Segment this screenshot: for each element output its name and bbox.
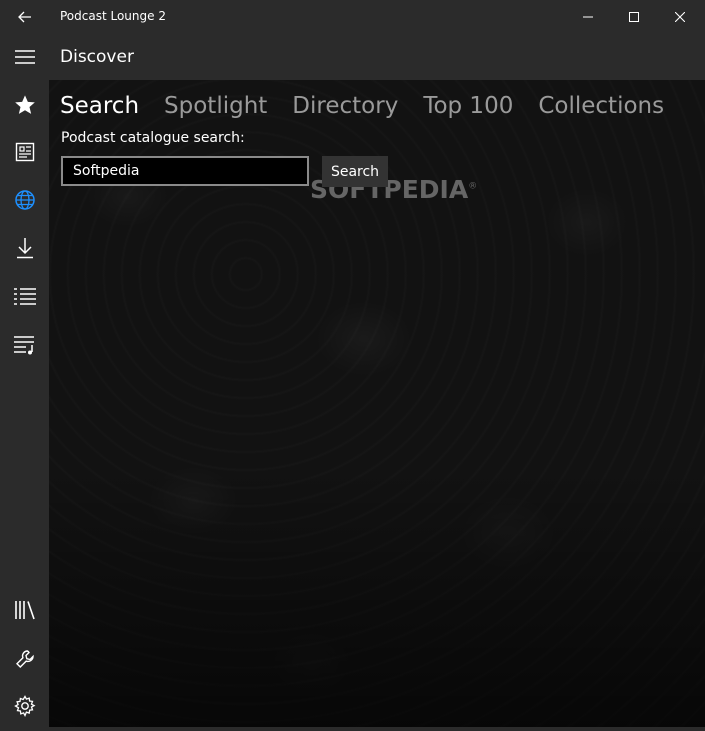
search-input[interactable] [61,156,309,186]
sidebar-item-library[interactable] [12,597,38,623]
download-icon [17,238,33,259]
playlist-icon [14,336,34,355]
back-arrow-icon [18,11,31,23]
page-title: Discover [60,47,134,67]
tab-collections[interactable]: Collections [538,92,664,120]
wrench-icon [16,650,34,668]
tab-spotlight[interactable]: Spotlight [164,92,267,120]
sidebar [0,80,49,731]
sidebar-item-podcasts[interactable] [12,139,38,165]
hamburger-menu-button[interactable] [12,46,38,68]
search-button[interactable]: Search [322,156,388,187]
close-button[interactable] [657,0,703,34]
podcasts-icon [15,142,35,162]
star-icon [15,95,35,114]
sidebar-item-downloads[interactable] [12,235,38,261]
minimize-icon [583,16,593,18]
globe-icon [15,190,35,210]
hamburger-icon [15,50,35,64]
maximize-button[interactable] [611,0,657,34]
tab-directory[interactable]: Directory [292,92,398,120]
maximize-icon [629,12,639,22]
sidebar-item-settings[interactable] [12,693,38,719]
tab-search[interactable]: Search [60,92,139,120]
title-bar: Podcast Lounge 2 [0,0,705,34]
sidebar-item-episodes[interactable] [12,283,38,309]
search-label: Podcast catalogue search: [61,130,245,146]
gear-icon [14,695,36,717]
sidebar-item-tools[interactable] [12,646,38,672]
discover-content: Search Spotlight Directory Top 100 Colle… [49,80,705,727]
tab-top-100[interactable]: Top 100 [423,92,513,120]
app-header: Discover [0,34,705,80]
sidebar-item-discover[interactable] [12,187,38,213]
sidebar-item-favorites[interactable] [12,92,38,118]
library-icon [15,601,35,620]
close-icon [675,12,685,22]
list-icon [14,288,36,305]
minimize-button[interactable] [565,0,611,34]
back-button[interactable] [14,7,36,27]
window-title: Podcast Lounge 2 [60,9,166,23]
sidebar-item-playlists[interactable] [12,332,38,358]
discover-tabs: Search Spotlight Directory Top 100 Colle… [60,92,689,120]
